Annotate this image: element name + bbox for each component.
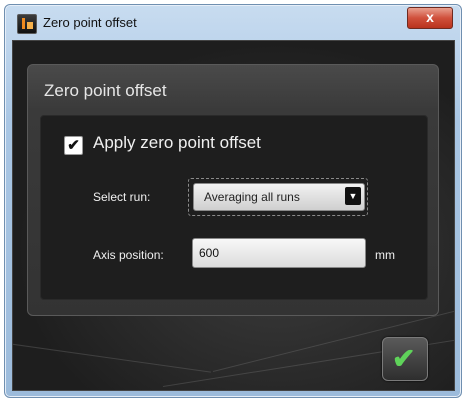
ok-button[interactable]: ✔ xyxy=(382,337,428,381)
zero-point-offset-group: Zero point offset ✔ Apply zero point off… xyxy=(27,64,439,316)
apply-offset-label[interactable]: Apply zero point offset xyxy=(93,133,261,153)
checkmark-icon: ✔ xyxy=(392,343,416,374)
background-streak xyxy=(13,341,211,373)
dialog-content: Zero point offset ✔ Apply zero point off… xyxy=(12,40,455,391)
select-run-focus-ring: Averaging all runs ▼ xyxy=(188,178,368,216)
close-button[interactable]: x xyxy=(407,7,453,29)
axis-position-input[interactable]: 600 xyxy=(192,238,366,268)
select-run-dropdown[interactable]: Averaging all runs ▼ xyxy=(193,183,365,211)
chevron-down-icon[interactable]: ▼ xyxy=(345,187,361,205)
apply-offset-checkbox[interactable]: ✔ xyxy=(64,136,83,155)
group-title: Zero point offset xyxy=(44,81,167,100)
window-title: Zero point offset xyxy=(43,15,137,30)
dialog-window: Zero point offset x Zero point offset ✔ … xyxy=(4,4,462,398)
select-run-value: Averaging all runs xyxy=(204,190,300,204)
axis-position-unit: mm xyxy=(375,248,395,262)
app-logo-icon xyxy=(17,14,37,34)
title-bar[interactable]: Zero point offset x xyxy=(5,5,461,41)
axis-position-label: Axis position: xyxy=(93,248,164,262)
select-run-label: Select run: xyxy=(93,190,151,204)
settings-panel: ✔ Apply zero point offset Select run: Av… xyxy=(40,115,428,300)
